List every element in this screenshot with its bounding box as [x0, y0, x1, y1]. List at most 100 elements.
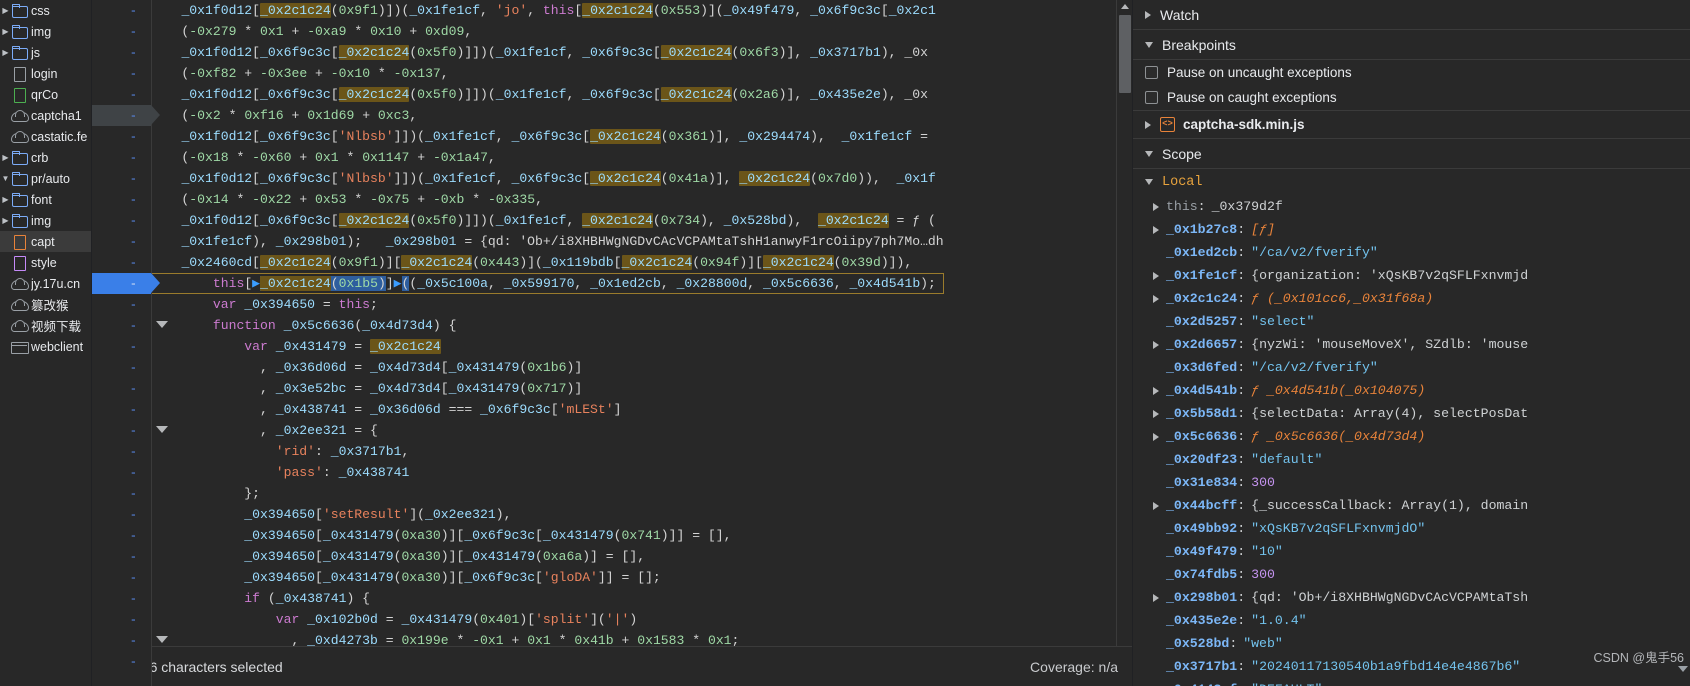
scope-variable-row[interactable]: _0x49bb92: "xQsKB7v2qSFLFxnvmjdO" [1133, 517, 1690, 540]
code-line[interactable]: _0x1f0d12[_0x6f9c3c[_0x2c1c24(0x5f0)]])(… [152, 42, 944, 63]
code-line[interactable]: var _0x394650 = this; [152, 294, 944, 315]
gutter-line[interactable]: - [92, 63, 151, 84]
scope-variable-row[interactable]: _0x4d541b: ƒ _0x4d541b(_0x104075) [1133, 379, 1690, 402]
scope-variable-row[interactable]: this: _0x379d2f [1133, 195, 1690, 218]
scope-variable-value[interactable]: "10" [1251, 544, 1283, 559]
navigator-item-webclient[interactable]: ▶webclient [0, 336, 91, 357]
chevron-down-icon[interactable]: ▼ [0, 174, 11, 183]
navigator-item-capt[interactable]: ▶capt [0, 231, 91, 252]
navigator-item-css[interactable]: ▶ css [0, 0, 91, 21]
navigator-item-captcha1[interactable]: ▶captcha1 [0, 105, 91, 126]
code-line[interactable]: _0x394650['setResult'](_0x2ee321), [152, 504, 944, 525]
chevron-right-icon[interactable] [1153, 386, 1159, 395]
scope-variable-value[interactable]: "/ca/v2/fverify" [1251, 360, 1378, 375]
pause-caught-exceptions-row[interactable]: Pause on caught exceptions [1133, 85, 1690, 110]
scope-variable-row[interactable]: _0x20df23: "default" [1133, 448, 1690, 471]
code-line[interactable]: function _0x5c6636(_0x4d73d4) { [152, 315, 944, 336]
scope-local-header[interactable]: Local [1133, 169, 1690, 195]
chevron-right-icon[interactable] [1153, 501, 1159, 510]
chevron-right-icon[interactable]: ▶ [0, 195, 11, 204]
checkbox-icon[interactable] [1145, 91, 1158, 104]
scroll-up-arrow-icon[interactable] [1117, 0, 1132, 14]
gutter-line[interactable]: - [92, 210, 151, 231]
code-line[interactable]: (-0x14 * -0x22 + 0x53 * -0x75 + -0xb * -… [152, 189, 944, 210]
gutter-line[interactable]: - [92, 483, 151, 504]
gutter-line[interactable]: - [92, 630, 168, 651]
scope-variable-row[interactable]: _0x1fe1cf: {organization: 'xQsKB7v2qSFLFx… [1133, 264, 1690, 287]
sources-navigator-pane[interactable]: ▶css▶img▶js▶login▶qrCo▶captcha1▶castatic… [0, 0, 92, 686]
scope-variable-value[interactable]: "xQsKB7v2qSFLFxnvmjdO" [1251, 521, 1425, 536]
vertical-scroll-thumb[interactable] [1119, 15, 1131, 93]
scope-variable-value[interactable]: "web" [1243, 636, 1283, 651]
code-line[interactable]: _0x1f0d12[_0x2c1c24(0x9f1)])(_0x1fe1cf, … [152, 0, 944, 21]
navigator-item-qrco[interactable]: ▶qrCo [0, 84, 91, 105]
gutter-line[interactable]: - [92, 189, 151, 210]
code-line[interactable]: _0x394650[_0x431479(0xa30)][_0x431479(0x… [152, 546, 944, 567]
navigator-item-prauto[interactable]: ▼ pr/auto [0, 168, 91, 189]
code-line[interactable]: _0x1f0d12[_0x6f9c3c['Nlbsb']])(_0x1fe1cf… [152, 168, 944, 189]
chevron-right-icon[interactable]: ▶ [0, 216, 11, 225]
scope-variable-value[interactable]: {nyzWi: 'mouseMoveX', SZdlb: 'mouse [1251, 337, 1528, 352]
gutter-line[interactable]: - [92, 525, 151, 546]
scope-variable-row[interactable]: _0x2c1c24: ƒ (_0x101cc6,_0x31f68a) [1133, 287, 1690, 310]
pause-uncaught-exceptions-row[interactable]: Pause on uncaught exceptions [1133, 60, 1690, 85]
chevron-right-icon[interactable] [1153, 409, 1159, 418]
editor-gutter[interactable]: - - - - - - - - - - - - - - - - - - - - - - - - - - - - - - - - [92, 0, 168, 686]
scope-variable-value[interactable]: {selectData: Array(4), selectPosDat [1251, 406, 1528, 421]
watch-section-header[interactable]: Watch [1133, 0, 1690, 30]
scope-variable-value[interactable]: "1.0.4" [1251, 613, 1306, 628]
executed-code-line[interactable]: this[▶_0x2c1c24(0x1b5)]▶((_0x5c100a, _0x… [152, 273, 944, 294]
navigator-item-[interactable]: ▶视频下载 [0, 315, 91, 336]
scope-variable-row[interactable]: _0x435e2e: "1.0.4" [1133, 609, 1690, 632]
code-text-area[interactable]: _0x1f0d12[_0x2c1c24(0x9f1)])(_0x1fe1cf, … [152, 0, 1116, 686]
navigator-item-jy17ucn[interactable]: ▶jy.17u.cn [0, 273, 91, 294]
chevron-right-icon[interactable] [1153, 271, 1159, 280]
scope-section-header[interactable]: Scope [1133, 139, 1690, 169]
gutter-line[interactable]: - [92, 378, 151, 399]
chevron-right-icon[interactable] [1153, 593, 1159, 602]
code-line[interactable]: if (_0x438741) { [152, 588, 944, 609]
gutter-line[interactable]: - [92, 0, 151, 21]
gutter-line[interactable]: - [92, 231, 151, 252]
code-line[interactable]: , _0x36d06d = _0x4d73d4[_0x431479(0x1b6)… [152, 357, 944, 378]
gutter-line[interactable]: - [92, 609, 151, 630]
code-line[interactable]: (-0xf82 + -0x3ee + -0x10 * -0x137, [152, 63, 944, 84]
gutter-line[interactable]: - [92, 546, 151, 567]
gutter-line[interactable]: - [92, 252, 151, 273]
gutter-line[interactable]: - [92, 336, 151, 357]
code-line[interactable]: _0x394650[_0x431479(0xa30)][_0x6f9c3c[_0… [152, 525, 944, 546]
code-line[interactable]: , _0x3e52bc = _0x4d73d4[_0x431479(0x717)… [152, 378, 944, 399]
gutter-line[interactable]: - [92, 42, 151, 63]
gutter-line[interactable]: - [92, 462, 151, 483]
gutter-line[interactable]: - [92, 651, 151, 672]
gutter-line[interactable]: - [92, 441, 151, 462]
code-line[interactable]: _0x2460cd[_0x2c1c24(0x9f1)][_0x2c1c24(0x… [152, 252, 944, 273]
navigator-item-img[interactable]: ▶ img [0, 21, 91, 42]
gutter-line[interactable]: - [92, 21, 151, 42]
navigator-item-castaticfe[interactable]: ▶castatic.fe [0, 126, 91, 147]
scope-variable-value[interactable]: _0x379d2f [1212, 199, 1283, 214]
code-line[interactable]: _0x1fe1cf), _0x298b01); _0x298b01 = {qd:… [152, 231, 943, 252]
chevron-right-icon[interactable]: ▶ [0, 27, 11, 36]
scope-variable-row[interactable]: _0x5b58d1: {selectData: Array(4), selectP… [1133, 402, 1690, 425]
scope-variable-row[interactable]: _0x49f479: "10" [1133, 540, 1690, 563]
chevron-right-icon[interactable] [1153, 225, 1159, 234]
scope-variable-row[interactable]: _0x2d6657: {nyzWi: 'mouseMoveX', SZdlb: '… [1133, 333, 1690, 356]
code-line[interactable]: 'pass': _0x438741 [152, 462, 944, 483]
chevron-right-icon[interactable]: ▶ [0, 6, 11, 15]
scope-variable-value[interactable]: {_successCallback: Array(1), domain [1251, 498, 1528, 513]
chevron-right-icon[interactable]: ▶ [0, 48, 11, 57]
scope-variable-value[interactable]: "20240117130540b1a9fbd14e4e4867b6" [1251, 659, 1520, 674]
code-fold-arrow-icon[interactable] [156, 636, 168, 643]
checkbox-icon[interactable] [1145, 66, 1158, 79]
gutter-line[interactable]: - [92, 399, 151, 420]
gutter-line[interactable]: - [92, 357, 151, 378]
navigator-item-font[interactable]: ▶ font [0, 189, 91, 210]
navigator-item-style[interactable]: ▶style [0, 252, 91, 273]
scope-variable-value[interactable]: ƒ _0x5c6636(_0x4d73d4) [1251, 429, 1425, 444]
code-line[interactable]: }; [152, 483, 944, 504]
gutter-line[interactable]: - [92, 294, 151, 315]
scope-variable-row[interactable]: _0x1b27c8: [ƒ] [1133, 218, 1690, 241]
scope-variable-row[interactable]: _0x74fdb5:300 [1133, 563, 1690, 586]
scroll-down-arrow-icon[interactable] [1678, 666, 1688, 672]
